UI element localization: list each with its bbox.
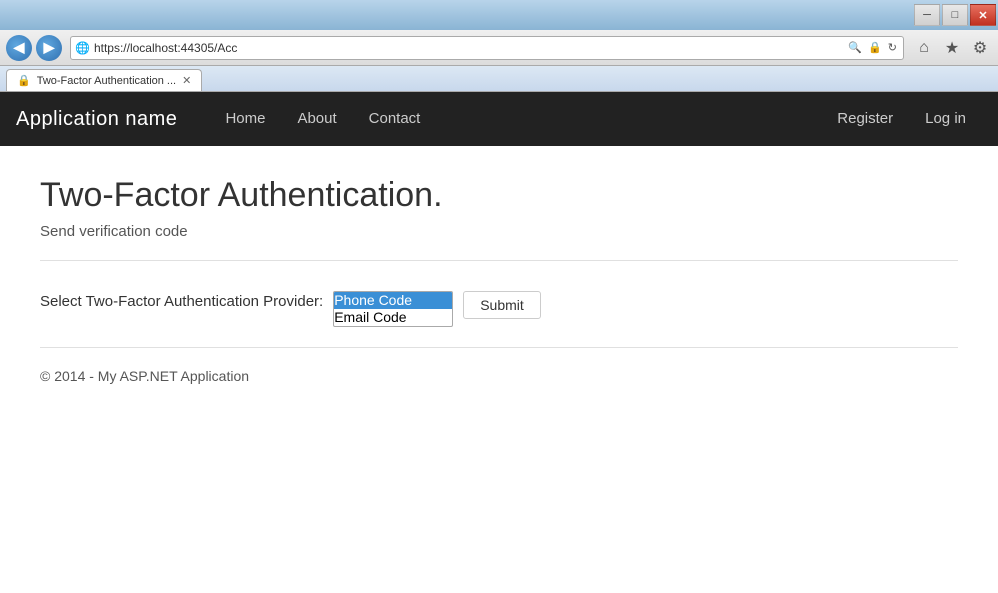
tab-favicon: 🔒: [17, 74, 31, 87]
nav-login[interactable]: Log in: [909, 92, 982, 146]
forward-button[interactable]: ▶: [36, 35, 62, 61]
back-button[interactable]: ◀: [6, 35, 32, 61]
phone-option[interactable]: Phone Code: [334, 292, 452, 309]
forward-icon: ▶: [44, 39, 55, 56]
title-bar: ─ □ ✕: [0, 0, 998, 30]
navbar-links: Home About Contact: [209, 92, 436, 146]
bottom-divider: [40, 347, 958, 348]
browser-toolbar: ◀ ▶ 🌐 🔍 🔒 ↻ ⌂ ★ ⚙: [0, 30, 998, 66]
nav-register[interactable]: Register: [821, 92, 909, 146]
minimize-button[interactable]: ─: [914, 4, 940, 26]
search-button[interactable]: 🔍: [846, 41, 864, 54]
close-button[interactable]: ✕: [970, 4, 996, 26]
top-divider: [40, 260, 958, 261]
nav-contact[interactable]: Contact: [353, 92, 437, 146]
settings-button[interactable]: ⚙: [968, 36, 992, 60]
address-bar-actions: 🔍 🔒 ↻: [846, 41, 899, 54]
provider-select[interactable]: Phone Code Email Code: [333, 291, 453, 327]
app-navbar: Application name Home About Contact Regi…: [0, 92, 998, 146]
navbar-right: Register Log in: [821, 92, 982, 146]
browser-window: ─ □ ✕ ◀ ▶ 🌐 🔍 🔒 ↻ ⌂ ★ ⚙ 🔒: [0, 0, 998, 593]
provider-form-group: Select Two-Factor Authentication Provide…: [40, 291, 958, 327]
favorites-button[interactable]: ★: [940, 36, 964, 60]
lock-button[interactable]: 🔒: [866, 41, 884, 54]
page-icon: 🌐: [75, 41, 90, 55]
nav-about[interactable]: About: [281, 92, 352, 146]
page-title: Two-Factor Authentication.: [40, 176, 958, 215]
browser-toolbar-right: ⌂ ★ ⚙: [912, 36, 992, 60]
submit-button[interactable]: Submit: [463, 291, 541, 319]
tab-title: Two-Factor Authentication ...: [37, 75, 176, 87]
address-input[interactable]: [94, 41, 842, 55]
provider-label: Select Two-Factor Authentication Provide…: [40, 291, 323, 310]
tab-close-button[interactable]: ✕: [182, 74, 191, 87]
address-bar-container: 🌐 🔍 🔒 ↻: [70, 36, 904, 60]
home-button[interactable]: ⌂: [912, 36, 936, 60]
maximize-button[interactable]: □: [942, 4, 968, 26]
footer-text: © 2014 - My ASP.NET Application: [40, 368, 958, 384]
tab-bar: 🔒 Two-Factor Authentication ... ✕: [0, 66, 998, 92]
page-subtitle: Send verification code: [40, 223, 958, 240]
refresh-button[interactable]: ↻: [886, 41, 899, 54]
email-option[interactable]: Email Code: [334, 309, 452, 326]
nav-home[interactable]: Home: [209, 92, 281, 146]
active-tab[interactable]: 🔒 Two-Factor Authentication ... ✕: [6, 69, 202, 91]
app-brand[interactable]: Application name: [16, 108, 193, 131]
main-content: Two-Factor Authentication. Send verifica…: [0, 146, 998, 593]
back-icon: ◀: [14, 39, 25, 56]
title-bar-buttons: ─ □ ✕: [914, 0, 998, 30]
